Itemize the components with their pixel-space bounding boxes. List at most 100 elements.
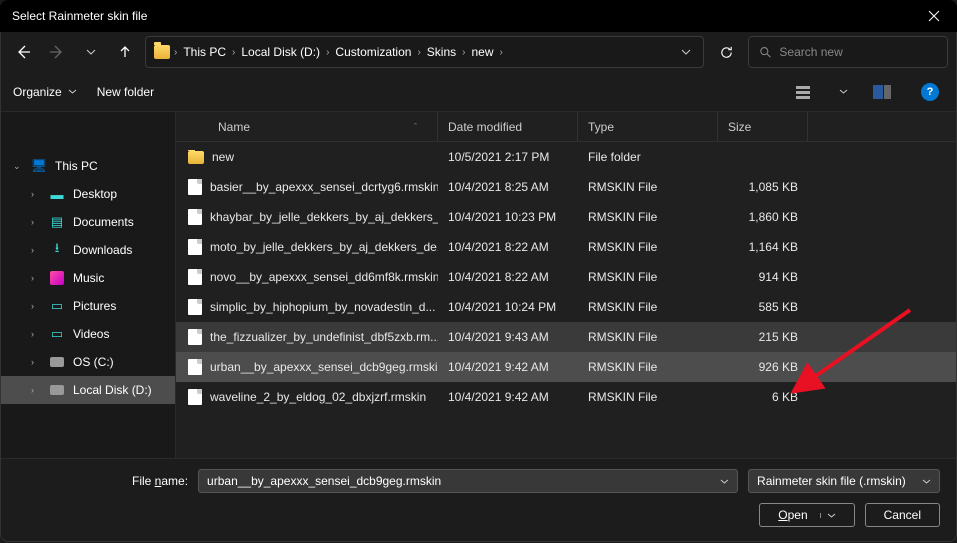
file-icon bbox=[188, 359, 202, 375]
chevron-right-icon: › bbox=[31, 189, 41, 199]
file-row[interactable]: simplic_by_hiphopium_by_novadestin_d...1… bbox=[176, 292, 956, 322]
file-size: 1,085 KB bbox=[718, 180, 808, 194]
crumb-new[interactable]: new bbox=[469, 45, 495, 59]
file-name: simplic_by_hiphopium_by_novadestin_d... bbox=[210, 300, 435, 314]
sidebar-item-music[interactable]: ›Music bbox=[1, 264, 175, 292]
back-button[interactable] bbox=[9, 38, 37, 66]
file-row[interactable]: moto_by_jelle_dekkers_by_aj_dekkers_de..… bbox=[176, 232, 956, 262]
file-date: 10/4/2021 9:42 AM bbox=[438, 360, 578, 374]
file-name: novo__by_apexxx_sensei_dd6mf8k.rmskin bbox=[210, 270, 438, 284]
sidebar-item-os-c[interactable]: ›OS (C:) bbox=[1, 348, 175, 376]
sidebar-item-documents[interactable]: ›▤Documents bbox=[1, 208, 175, 236]
sidebar-item-label: This PC bbox=[55, 159, 98, 173]
folder-icon bbox=[154, 45, 170, 59]
column-size[interactable]: Size bbox=[718, 112, 808, 141]
chevron-right-icon: › bbox=[31, 301, 41, 311]
file-icon bbox=[188, 209, 202, 225]
file-row[interactable]: basier__by_apexxx_sensei_dcrtyg6.rmskin1… bbox=[176, 172, 956, 202]
close-button[interactable] bbox=[911, 0, 957, 32]
up-button[interactable] bbox=[111, 38, 139, 66]
titlebar: Select Rainmeter skin file bbox=[0, 0, 957, 32]
search-input[interactable] bbox=[779, 45, 937, 59]
recent-dropdown[interactable] bbox=[77, 38, 105, 66]
crumb-this-pc[interactable]: This PC bbox=[181, 45, 228, 59]
file-size: 926 KB bbox=[718, 360, 808, 374]
file-row[interactable]: urban__by_apexxx_sensei_dcb9geg.rmskin10… bbox=[176, 352, 956, 382]
file-icon bbox=[188, 299, 202, 315]
open-button[interactable]: Open bbox=[759, 503, 854, 527]
sidebar-item-videos[interactable]: › ▭ Videos bbox=[1, 320, 175, 348]
chevron-down-icon bbox=[922, 479, 931, 484]
search-box[interactable] bbox=[748, 36, 948, 68]
view-button[interactable] bbox=[791, 78, 819, 106]
sidebar-item-label: Pictures bbox=[73, 299, 116, 313]
filename-input-box[interactable] bbox=[198, 469, 738, 493]
sidebar-item-this-pc[interactable]: ⌄ 🖥 This PC bbox=[1, 152, 175, 180]
filter-label: Rainmeter skin file (.rmskin) bbox=[757, 474, 906, 488]
file-list: Nameˆ Date modified Type Size new10/5/20… bbox=[176, 112, 956, 458]
file-row[interactable]: new10/5/2021 2:17 PMFile folder bbox=[176, 142, 956, 172]
chevron-right-icon: › bbox=[31, 273, 41, 283]
crumb-customization[interactable]: Customization bbox=[333, 45, 413, 59]
open-dropdown[interactable] bbox=[820, 513, 836, 518]
file-row[interactable]: novo__by_apexxx_sensei_dd6mf8k.rmskin10/… bbox=[176, 262, 956, 292]
column-type[interactable]: Type bbox=[578, 112, 718, 141]
file-date: 10/4/2021 10:23 PM bbox=[438, 210, 578, 224]
crumb-local-disk[interactable]: Local Disk (D:) bbox=[239, 45, 322, 59]
file-size: 914 KB bbox=[718, 270, 808, 284]
chevron-down-icon[interactable] bbox=[839, 89, 848, 94]
file-type: RMSKIN File bbox=[578, 270, 718, 284]
chevron-right-icon: › bbox=[31, 217, 41, 227]
chevron-right-icon: › bbox=[417, 47, 420, 58]
sidebar-item-local-disk-d[interactable]: ›Local Disk (D:) bbox=[1, 376, 175, 404]
file-date: 10/5/2021 2:17 PM bbox=[438, 150, 578, 164]
chevron-down-icon[interactable] bbox=[720, 479, 729, 484]
new-folder-button[interactable]: New folder bbox=[97, 85, 154, 99]
file-icon bbox=[188, 239, 202, 255]
file-icon bbox=[188, 329, 202, 345]
column-name[interactable]: Nameˆ bbox=[176, 112, 438, 141]
refresh-button[interactable] bbox=[710, 36, 742, 68]
file-type: RMSKIN File bbox=[578, 300, 718, 314]
sidebar-item-downloads[interactable]: ›⭳Downloads bbox=[1, 236, 175, 264]
file-name: moto_by_jelle_dekkers_by_aj_dekkers_de..… bbox=[210, 240, 438, 254]
chevron-right-icon: › bbox=[499, 47, 502, 58]
breadcrumb-dropdown[interactable] bbox=[677, 49, 695, 55]
file-type: RMSKIN File bbox=[578, 240, 718, 254]
videos-icon: ▭ bbox=[49, 326, 65, 342]
help-button[interactable]: ? bbox=[916, 78, 944, 106]
column-date[interactable]: Date modified bbox=[438, 112, 578, 141]
file-type: RMSKIN File bbox=[578, 390, 718, 404]
file-name: the_fizzualizer_by_undefinist_dbf5zxb.rm… bbox=[210, 330, 438, 344]
file-date: 10/4/2021 10:24 PM bbox=[438, 300, 578, 314]
file-size: 1,860 KB bbox=[718, 210, 808, 224]
file-row[interactable]: the_fizzualizer_by_undefinist_dbf5zxb.rm… bbox=[176, 322, 956, 352]
chevron-right-icon: › bbox=[31, 385, 41, 395]
window-title: Select Rainmeter skin file bbox=[12, 9, 911, 23]
breadcrumb[interactable]: › This PC › Local Disk (D:) › Customizat… bbox=[145, 36, 704, 68]
forward-button[interactable] bbox=[43, 38, 71, 66]
monitor-icon: 🖥 bbox=[31, 158, 47, 174]
sidebar-item-pictures[interactable]: ›▭Pictures bbox=[1, 292, 175, 320]
file-row[interactable]: waveline_2_by_eldog_02_dbxjzrf.rmskin10/… bbox=[176, 382, 956, 412]
close-icon bbox=[928, 10, 940, 22]
file-name: basier__by_apexxx_sensei_dcrtyg6.rmskin bbox=[210, 180, 438, 194]
cancel-button[interactable]: Cancel bbox=[865, 503, 940, 527]
sidebar-item-label: Downloads bbox=[73, 243, 132, 257]
sidebar-item-desktop[interactable]: ›▬Desktop bbox=[1, 180, 175, 208]
sidebar-item-label: Videos bbox=[73, 327, 109, 341]
sidebar-item-label: Documents bbox=[73, 215, 134, 229]
file-name: waveline_2_by_eldog_02_dbxjzrf.rmskin bbox=[210, 390, 426, 404]
chevron-down-icon: ⌄ bbox=[13, 161, 23, 172]
crumb-skins[interactable]: Skins bbox=[425, 45, 458, 59]
toolbar: Organize New folder ? bbox=[1, 72, 956, 112]
chevron-right-icon: › bbox=[31, 329, 41, 339]
preview-button[interactable] bbox=[868, 78, 896, 106]
file-date: 10/4/2021 8:25 AM bbox=[438, 180, 578, 194]
organize-button[interactable]: Organize bbox=[13, 85, 77, 99]
search-icon bbox=[759, 45, 771, 59]
filename-input[interactable] bbox=[207, 474, 720, 488]
file-row[interactable]: khaybar_by_jelle_dekkers_by_aj_dekkers_.… bbox=[176, 202, 956, 232]
filetype-filter[interactable]: Rainmeter skin file (.rmskin) bbox=[748, 469, 940, 493]
chevron-right-icon: › bbox=[232, 47, 235, 58]
